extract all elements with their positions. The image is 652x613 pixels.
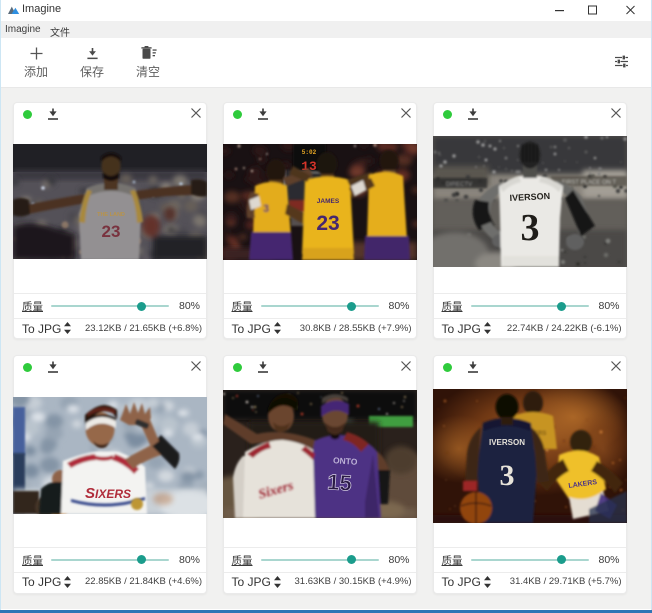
svg-text:SIXERS: SIXERS: [85, 485, 131, 502]
svg-text:3: 3: [520, 207, 539, 249]
svg-text:23: 23: [316, 212, 339, 235]
svg-text:IVERSON: IVERSON: [488, 438, 524, 447]
svg-text:FIRST PLACE ON T: FIRST PLACE ON T: [561, 180, 616, 186]
svg-text:DIRECTV: DIRECTV: [445, 182, 471, 188]
svg-text:23: 23: [102, 222, 121, 241]
svg-text:3: 3: [499, 459, 514, 492]
svg-text:IVERSON: IVERSON: [509, 190, 550, 202]
svg-text:THE LAND: THE LAND: [97, 212, 125, 218]
svg-text:ONTO: ONTO: [332, 455, 357, 467]
svg-text:15: 15: [326, 469, 352, 496]
svg-text:5:02: 5:02: [301, 149, 316, 156]
svg-text:JAMES: JAMES: [316, 198, 339, 205]
svg-text:3: 3: [263, 203, 269, 215]
